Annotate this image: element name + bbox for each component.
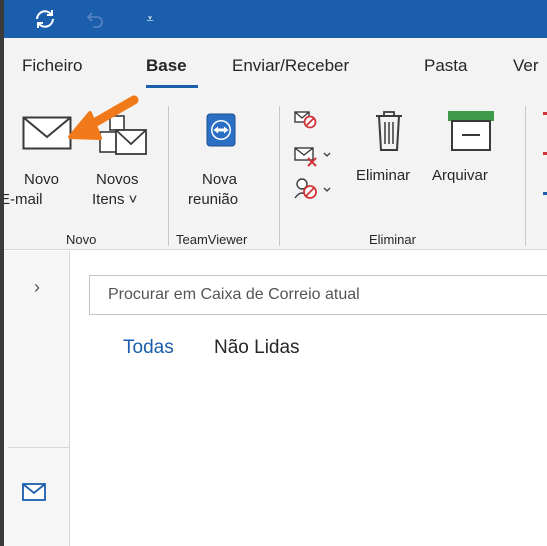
delete-button[interactable]: Eliminar (350, 104, 428, 216)
ribbon: Novo E-mail Novos Itens ˅ Novo Nova reun… (0, 98, 547, 250)
mail-icon (22, 483, 46, 501)
group-separator (279, 106, 280, 246)
trash-icon (376, 111, 402, 151)
mail-nav-button[interactable] (22, 483, 50, 505)
tab-ver[interactable]: Ver (513, 56, 539, 76)
envelope-icon (22, 116, 72, 150)
teamviewer-icon (206, 113, 236, 147)
group-label-eliminar: Eliminar (369, 232, 416, 247)
new-items-icon (99, 115, 147, 155)
tab-ficheiro[interactable]: Ficheiro (22, 56, 82, 76)
clean-up-icon (294, 147, 331, 167)
search-input[interactable]: Procurar em Caixa de Correio atual (89, 275, 547, 315)
new-items-label-line2: Itens ˅ (92, 191, 138, 208)
new-meeting-label-line2: reunião (188, 191, 239, 208)
group-separator (168, 106, 169, 246)
undo-icon[interactable] (82, 0, 108, 38)
clipped-icon-fragment (543, 192, 547, 195)
new-items-button[interactable]: Novos Itens ˅ (88, 104, 160, 216)
new-email-label-line2: E-mail (0, 191, 43, 208)
new-email-button[interactable]: Novo E-mail (0, 104, 88, 216)
customize-quick-access-icon[interactable]: ⩡ (140, 0, 160, 38)
window-edge (0, 0, 4, 546)
delete-label: Eliminar (356, 167, 411, 184)
filter-unread-tab[interactable]: Não Lidas (214, 337, 300, 359)
active-tab-indicator (146, 85, 198, 88)
tab-pasta[interactable]: Pasta (424, 56, 467, 76)
junk-icon (294, 178, 331, 199)
clean-up-button[interactable] (292, 144, 336, 168)
mail-list-pane: Procurar em Caixa de Correio atual Todas… (71, 251, 547, 546)
rail-divider (8, 447, 70, 448)
archive-icon (448, 111, 494, 151)
new-meeting-button[interactable]: Nova reunião (176, 104, 268, 216)
title-bar: ⩡ (0, 0, 547, 38)
group-label-teamviewer: TeamViewer (176, 232, 248, 247)
tab-enviar-receber[interactable]: Enviar/Receber (232, 56, 349, 76)
new-email-label-line1: Novo (24, 171, 60, 188)
clipped-icon-fragment (543, 112, 547, 115)
group-label-novo: Novo (66, 232, 97, 247)
tab-base[interactable]: Base (146, 56, 187, 76)
ignore-button[interactable] (292, 108, 322, 130)
expand-folder-pane-icon[interactable]: › (34, 277, 40, 298)
sync-icon[interactable] (30, 0, 60, 38)
group-separator (525, 106, 526, 246)
archive-button[interactable]: Arquivar (428, 104, 514, 216)
search-placeholder: Procurar em Caixa de Correio atual (108, 286, 360, 303)
archive-label: Arquivar (432, 167, 488, 184)
filter-all-tab[interactable]: Todas (123, 337, 174, 359)
junk-button[interactable] (292, 176, 336, 202)
customize-glyph: ⩡ (146, 11, 154, 26)
ignore-icon (294, 111, 317, 129)
new-meeting-label-line1: Nova (202, 171, 238, 188)
ribbon-tabs: Ficheiro Base Enviar/Receber Pasta Ver (0, 38, 547, 98)
navigation-rail: › (0, 251, 70, 546)
clipped-icon-fragment (543, 152, 547, 155)
new-items-label-line1: Novos (96, 171, 139, 188)
